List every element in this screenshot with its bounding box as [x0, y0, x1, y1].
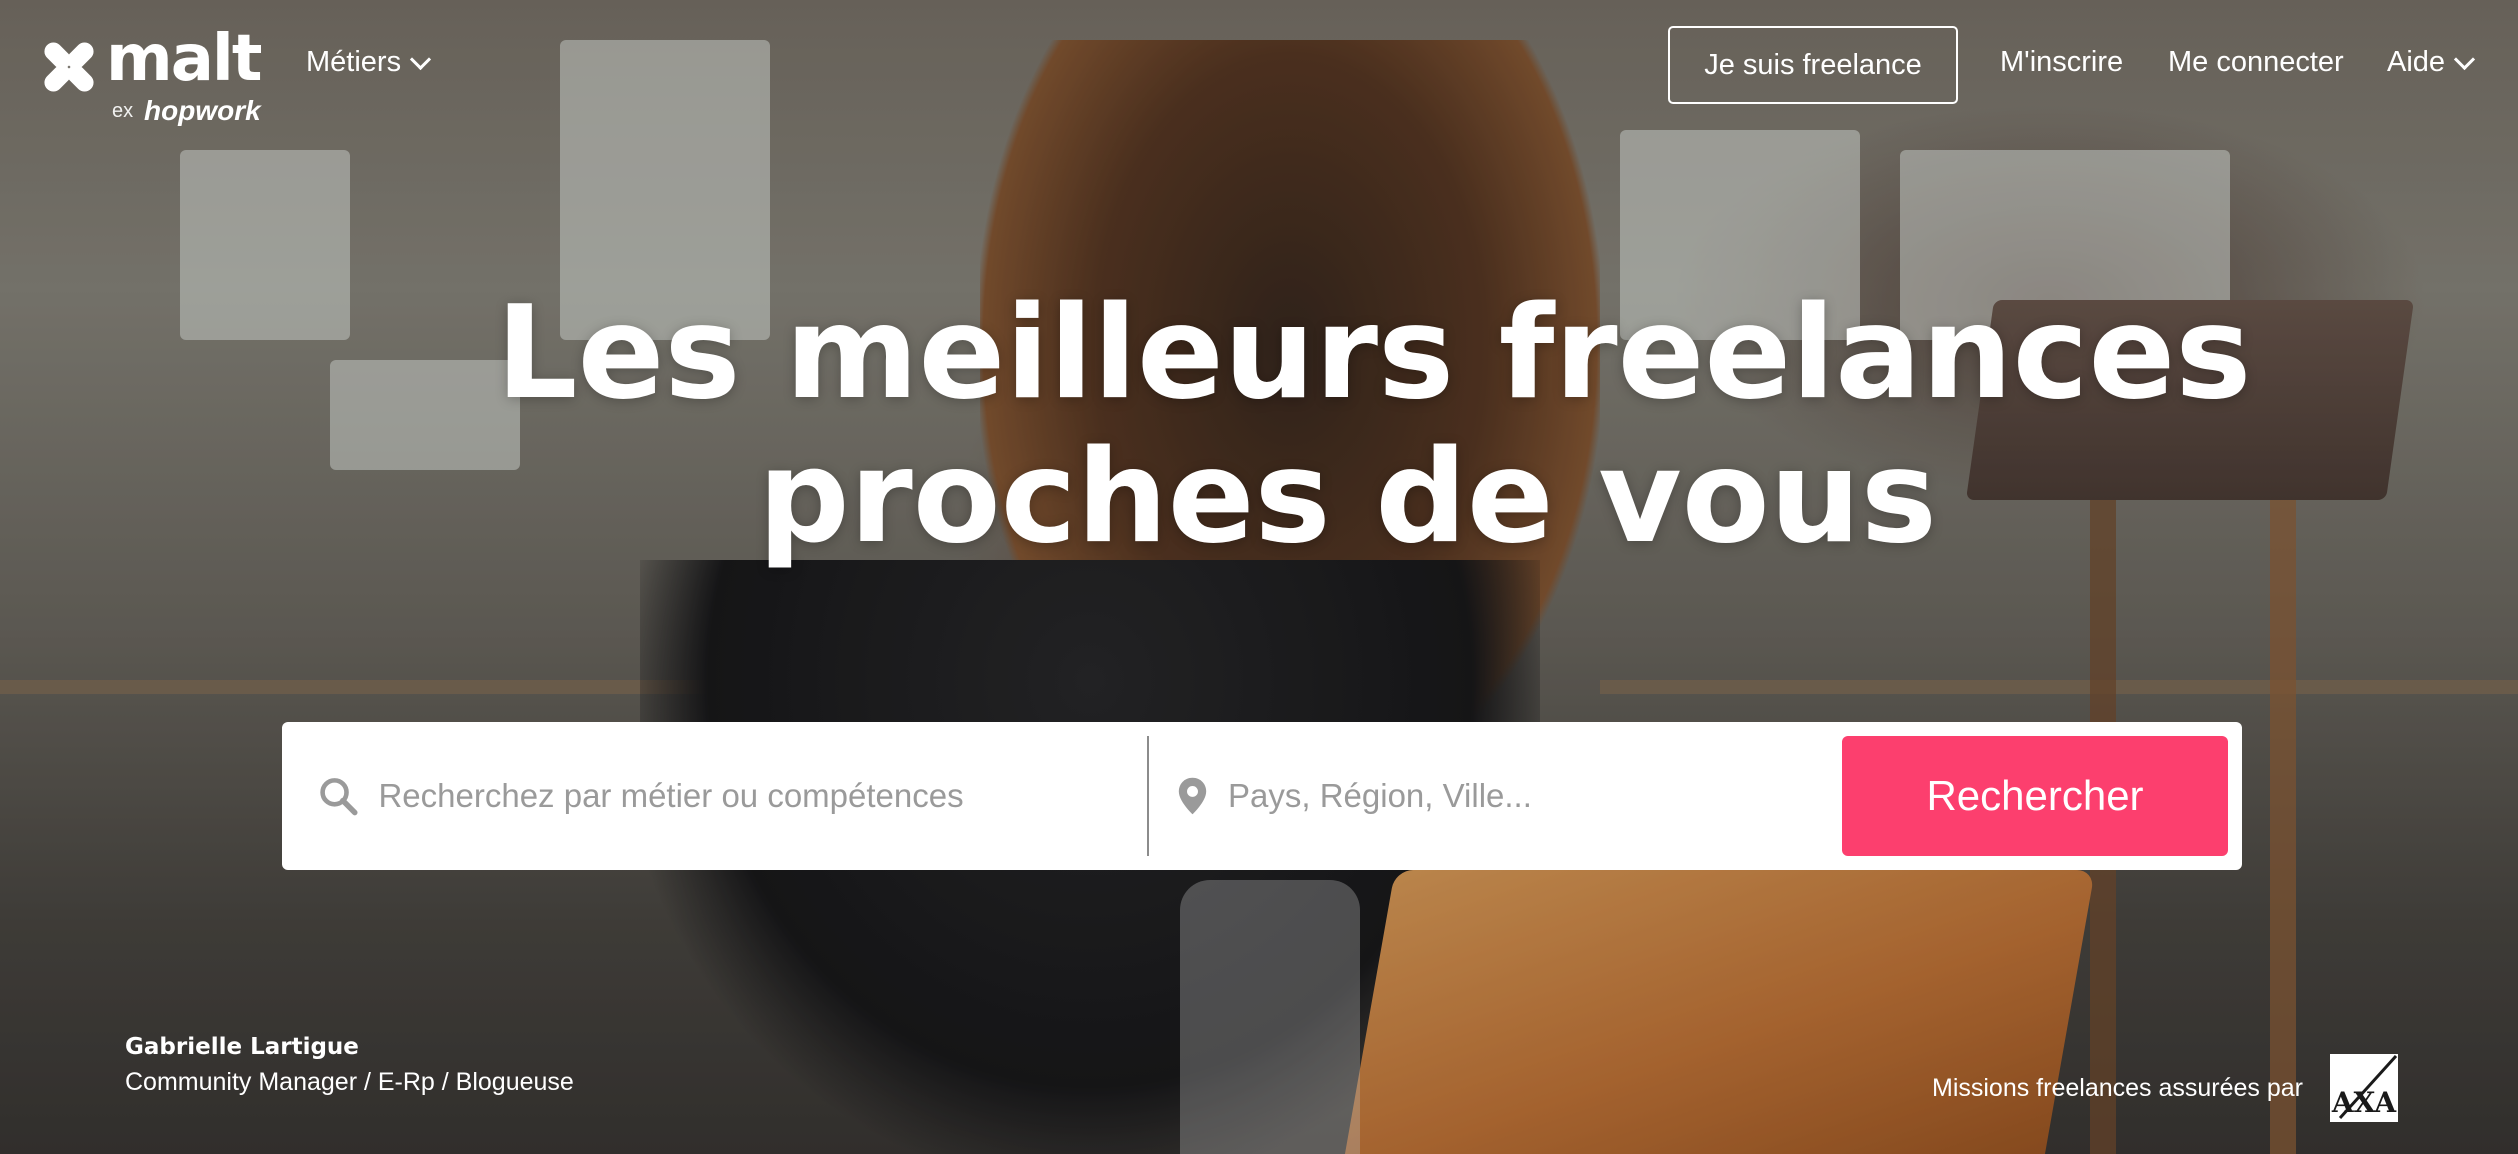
- search-what-input[interactable]: [376, 776, 1098, 816]
- malt-logo[interactable]: malt ex hopwork: [36, 22, 276, 128]
- insured-text: Missions freelances assurées par: [1932, 1074, 2303, 1102]
- search-bar: Rechercher: [282, 722, 2242, 870]
- nav-help[interactable]: Aide: [2387, 46, 2476, 79]
- map-pin-icon: [1178, 777, 1207, 815]
- search-button[interactable]: Rechercher: [1842, 736, 2228, 856]
- credit-role: Community Manager / E-Rp / Blogueuse: [125, 1068, 574, 1096]
- malt-logo-mark-icon: [44, 42, 94, 92]
- nav-metiers-label: Métiers: [306, 46, 402, 78]
- login-label: Me connecter: [2168, 46, 2344, 78]
- signup-link[interactable]: M'inscrire: [2000, 46, 2123, 79]
- logo-ex: ex: [112, 100, 134, 122]
- search-where-input[interactable]: [1226, 776, 1777, 816]
- hero-title-line1: Les meilleurs freelances: [496, 279, 2252, 428]
- search-divider: [1147, 736, 1149, 856]
- hero-overlay: [0, 0, 2518, 1154]
- hero-title: Les meilleurs freelances proches de vous: [0, 282, 2518, 570]
- chevron-down-icon: [409, 48, 432, 71]
- logo-text: malt: [106, 22, 262, 96]
- chevron-down-icon: [2453, 48, 2476, 71]
- login-link[interactable]: Me connecter: [2168, 46, 2344, 79]
- photo-credit: Gabrielle Lartigue Community Manager / E…: [125, 1034, 574, 1097]
- signup-label: M'inscrire: [2000, 46, 2124, 78]
- axa-logo[interactable]: AXA: [2330, 1054, 2398, 1122]
- search-what-field[interactable]: [318, 722, 1098, 870]
- search-icon: [320, 778, 358, 816]
- hero-title-line2: proches de vous: [758, 423, 1937, 572]
- help-label: Aide: [2387, 46, 2446, 78]
- hero-background: [0, 0, 2518, 1154]
- logo-hopwork: hopwork: [144, 95, 261, 126]
- credit-name: Gabrielle Lartigue: [125, 1034, 359, 1060]
- axa-logo-icon: AXA: [2330, 1054, 2398, 1122]
- search-where-field[interactable]: [1177, 722, 1777, 870]
- nav-metiers[interactable]: Métiers: [306, 46, 432, 79]
- axa-logo-text: AXA: [2331, 1086, 2397, 1119]
- freelance-button[interactable]: Je suis freelance: [1668, 26, 1958, 104]
